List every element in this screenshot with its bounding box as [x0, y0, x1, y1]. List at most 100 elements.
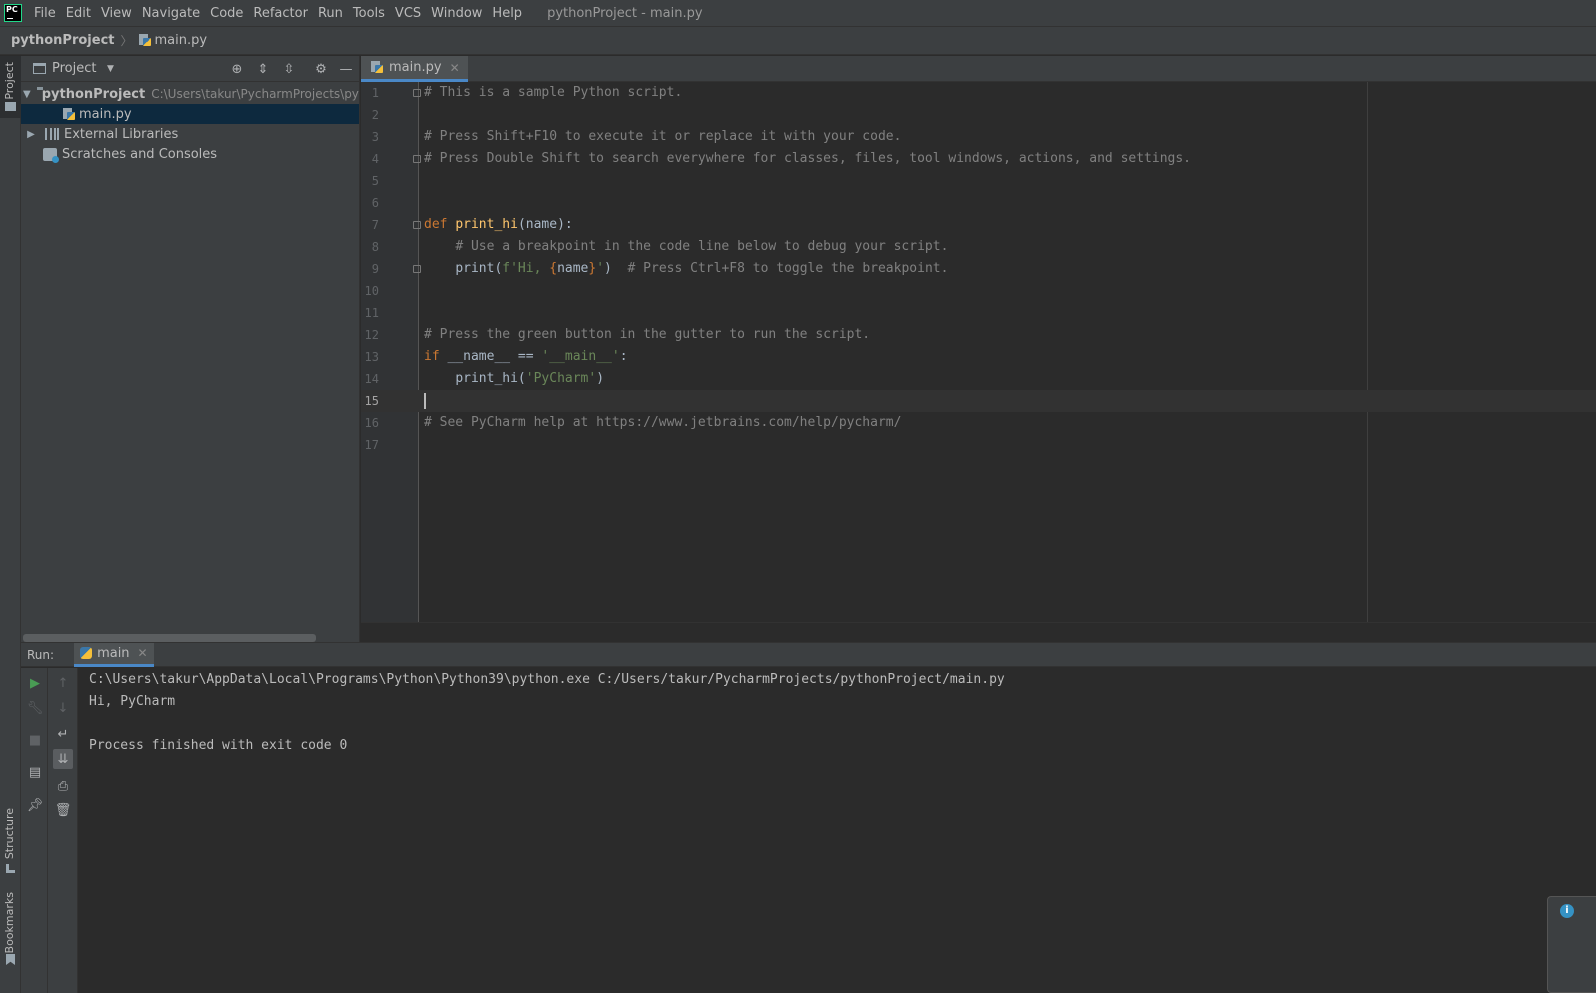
- menu-code[interactable]: Code: [205, 0, 248, 27]
- layout-icon[interactable]: ▤: [27, 764, 43, 780]
- pin-icon[interactable]: 📌︎: [27, 797, 44, 813]
- menu-window[interactable]: Window: [426, 0, 487, 27]
- print-icon[interactable]: ⎙: [55, 778, 71, 794]
- fold-marker-icon[interactable]: [413, 155, 421, 163]
- menu-tools[interactable]: Tools: [348, 0, 390, 27]
- arrow-down-icon[interactable]: ↓: [55, 700, 71, 716]
- expand-all-icon[interactable]: ⇕: [255, 61, 271, 77]
- tool-tab-bookmarks-label: Bookmarks: [3, 892, 16, 954]
- info-icon: i: [1560, 904, 1574, 918]
- code-line[interactable]: 17: [361, 434, 1596, 456]
- code-line[interactable]: 12 # Press the green button in the gutte…: [361, 324, 1596, 346]
- scratches-icon: [43, 147, 59, 163]
- rerun-icon[interactable]: ▶: [27, 675, 43, 691]
- menu-edit[interactable]: Edit: [61, 0, 96, 27]
- breadcrumb-project[interactable]: pythonProject: [11, 33, 115, 48]
- line-number: 15: [364, 394, 379, 408]
- menu-view[interactable]: View: [96, 0, 137, 27]
- tool-tab-bookmarks[interactable]: Bookmarks: [0, 892, 21, 972]
- line-number: 13: [364, 350, 379, 364]
- code-line[interactable]: 6: [361, 192, 1596, 214]
- menu-help[interactable]: Help: [487, 0, 527, 27]
- trash-icon[interactable]: 🗑︎: [55, 802, 72, 818]
- tree-item-label: External Libraries: [64, 126, 179, 142]
- chevron-right-icon: 〉: [120, 34, 133, 48]
- editor-footer: [361, 622, 1596, 642]
- code-text: print(f'Hi, {name}') # Press Ctrl+F8 to …: [455, 261, 949, 276]
- line-number: 12: [364, 328, 379, 342]
- chevron-right-icon[interactable]: ▶: [23, 129, 39, 140]
- collapse-all-icon[interactable]: ⇳: [281, 61, 297, 77]
- menu-run[interactable]: Run: [313, 0, 348, 27]
- close-icon[interactable]: ✕: [450, 61, 460, 75]
- menu-refactor[interactable]: Refactor: [248, 0, 313, 27]
- menu-navigate[interactable]: Navigate: [137, 0, 205, 27]
- run-tab-main[interactable]: main ✕: [74, 642, 154, 667]
- arrow-up-icon[interactable]: ↑: [55, 675, 71, 691]
- code-line-current[interactable]: 15: [361, 390, 1596, 412]
- code-text: # Use a breakpoint in the code line belo…: [455, 239, 949, 254]
- code-text: if __name__ == '__main__':: [424, 349, 628, 364]
- code-line[interactable]: 11: [361, 302, 1596, 324]
- minimize-icon[interactable]: —: [338, 61, 354, 77]
- code-line[interactable]: 5: [361, 170, 1596, 192]
- code-line[interactable]: 16 # See PyCharm help at https://www.jet…: [361, 412, 1596, 434]
- tree-item-project-root[interactable]: ▼ pythonProject C:\Users\takur\PycharmPr…: [21, 84, 359, 104]
- project-tree: ▼ pythonProject C:\Users\takur\PycharmPr…: [21, 82, 359, 164]
- scroll-to-end-icon[interactable]: ⇊: [53, 749, 73, 769]
- soft-wrap-icon[interactable]: ↵: [55, 726, 71, 742]
- tree-item-path: C:\Users\takur\PycharmProjects\pythonPro…: [151, 87, 359, 101]
- tool-tab-structure[interactable]: Structure: [0, 808, 21, 878]
- breadcrumb: pythonProject 〉 main.py: [0, 27, 1596, 55]
- project-view-icon: [33, 63, 46, 74]
- breadcrumb-file[interactable]: main.py: [155, 33, 208, 48]
- pycharm-logo-icon: PC: [4, 4, 22, 22]
- line-number: 4: [371, 152, 379, 166]
- run-console[interactable]: C:\Users\takur\AppData\Local\Programs\Py…: [78, 668, 1596, 993]
- code-line[interactable]: 1 # This is a sample Python script.: [361, 82, 1596, 104]
- fold-marker-icon[interactable]: [413, 265, 421, 273]
- close-icon[interactable]: ✕: [138, 646, 148, 660]
- code-line[interactable]: 2: [361, 104, 1596, 126]
- code-line[interactable]: 3 # Press Shift+F10 to execute it or rep…: [361, 126, 1596, 148]
- tree-item-scratches[interactable]: Scratches and Consoles: [21, 144, 359, 164]
- tree-item-external-libraries[interactable]: ▶ External Libraries: [21, 124, 359, 144]
- code-text: # This is a sample Python script.: [424, 85, 683, 100]
- menu-file[interactable]: File: [29, 0, 61, 27]
- chevron-down-icon[interactable]: ▼: [23, 89, 31, 100]
- code-line[interactable]: 7 def print_hi(name):: [361, 214, 1596, 236]
- wrench-icon[interactable]: 🔧︎: [27, 700, 44, 716]
- menu-bar: PC File Edit View Navigate Code Refactor…: [0, 0, 1596, 27]
- menu-vcs[interactable]: VCS: [390, 0, 426, 27]
- dropdown-arrow-icon[interactable]: ▼: [102, 61, 118, 77]
- code-line[interactable]: 13 if __name__ == '__main__':: [361, 346, 1596, 368]
- horizontal-scrollbar[interactable]: [23, 634, 316, 642]
- project-view-selector[interactable]: Project: [52, 61, 96, 76]
- stop-icon[interactable]: ■: [27, 732, 43, 748]
- code-editor[interactable]: 1 # This is a sample Python script. 2 3 …: [361, 82, 1596, 622]
- code-line[interactable]: 9 print(f'Hi, {name}') # Press Ctrl+F8 t…: [361, 258, 1596, 280]
- tree-item-main-py[interactable]: main.py: [21, 104, 359, 124]
- python-file-icon: [63, 107, 76, 121]
- folder-icon: [5, 102, 16, 111]
- text-caret: [424, 393, 426, 409]
- tool-tab-project[interactable]: Project: [0, 56, 21, 118]
- tab-main-py[interactable]: main.py ✕: [361, 56, 468, 82]
- fold-marker-icon[interactable]: [413, 89, 421, 97]
- fold-marker-icon[interactable]: [413, 221, 421, 229]
- code-line[interactable]: 8 # Use a breakpoint in the code line be…: [361, 236, 1596, 258]
- code-line[interactable]: 10: [361, 280, 1596, 302]
- code-line[interactable]: 14 print_hi('PyCharm'): [361, 368, 1596, 390]
- line-number: 16: [364, 416, 379, 430]
- gear-icon[interactable]: ⚙: [313, 61, 329, 77]
- left-tool-strip: Project Structure Bookmarks: [0, 56, 21, 993]
- structure-icon: [6, 864, 15, 873]
- notification-bubble[interactable]: i: [1547, 896, 1596, 993]
- code-line[interactable]: 4 # Press Double Shift to search everywh…: [361, 148, 1596, 170]
- console-line: Hi, PyCharm: [89, 694, 176, 709]
- locate-icon[interactable]: ⊕: [229, 61, 245, 77]
- editor-tab-bar: main.py ✕: [361, 56, 1596, 82]
- console-line: Process finished with exit code 0: [89, 738, 348, 753]
- run-panel-label: Run:: [27, 647, 55, 662]
